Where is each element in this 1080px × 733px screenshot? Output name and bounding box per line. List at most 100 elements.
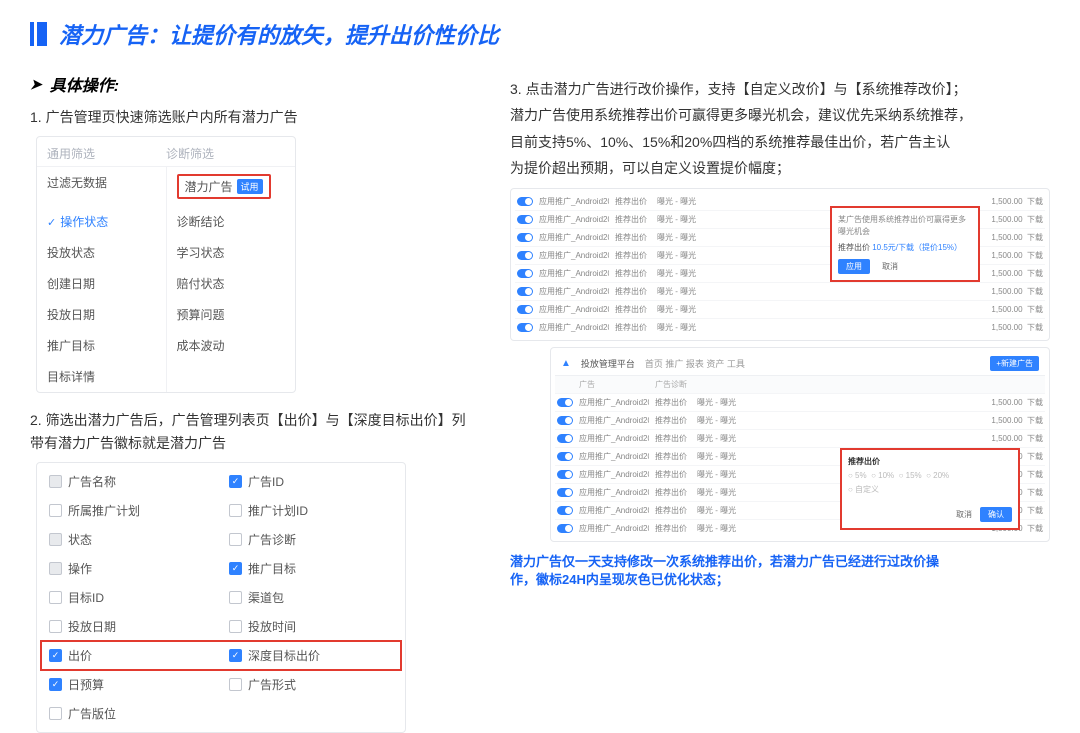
cell: 下载 — [1027, 251, 1043, 260]
cell: 曝光 - 曝光··· — [697, 415, 737, 426]
filter-item: 诊断结论 — [167, 206, 296, 237]
filter-item-highlighted: 潜力广告试用 — [167, 167, 296, 206]
cell: 下载 — [1027, 416, 1043, 425]
cell: 推荐出价 — [655, 469, 691, 480]
platform-tabs: 首页 推广 报表 资产 工具 — [645, 357, 745, 370]
ad-list-screenshot-2: ▲投放管理平台首页 推广 报表 资产 工具+新建广告 广告广告诊断 应用推广_A… — [550, 347, 1050, 542]
cell: 曝光 - 曝光··· — [697, 451, 737, 462]
col-label-bid: 出价 — [68, 647, 92, 664]
cancel-button[interactable]: 取消 — [874, 259, 906, 274]
checkbox-on-icon — [49, 678, 62, 691]
filter-item: 创建日期 — [37, 268, 167, 299]
cell: 1,500.00 — [991, 269, 1022, 278]
title-bar: 潜力广告：让提价有的放矢，提升出价性价比 — [30, 18, 1050, 50]
cell: 1,500.00 — [991, 398, 1022, 407]
cell: 推荐出价 — [655, 451, 691, 462]
filter-item: 学习状态 — [167, 237, 296, 268]
ad-name: 应用推广_Android2020210 — [579, 451, 649, 462]
ad-name: 应用推广_Android2020210 — [579, 415, 649, 426]
cell: 曝光 - 曝光··· — [697, 505, 737, 516]
cell: 推荐出价 — [615, 214, 651, 225]
footer-note-line1: 潜力广告仅一天支持修改一次系统推荐出价，若潜力广告已经进行过改价操 — [510, 552, 1050, 573]
cell: 曝光 - 曝光··· — [657, 322, 697, 333]
checkbox-on-icon — [49, 649, 62, 662]
popup-title: 推荐出价 — [848, 456, 1012, 467]
cell: 1,500.00 — [991, 287, 1022, 296]
cell: 曝光 - 曝光··· — [657, 232, 697, 243]
cell: 下载 — [1027, 233, 1043, 242]
checkbox-icon — [229, 504, 242, 517]
cell: 推荐出价 — [615, 286, 651, 297]
ad-name: 应用推广_Android2020210 — [539, 250, 609, 261]
section-subheader: ➤ 具体操作: — [30, 72, 470, 96]
filter-item: 投放状态 — [37, 237, 167, 268]
toggle-on-icon — [557, 416, 573, 425]
ad-name: 应用推广_Android2020210 — [579, 505, 649, 516]
ad-name: 应用推广_Android2020210 — [579, 523, 649, 534]
apply-button[interactable]: 应用 — [838, 259, 870, 274]
filter-item: 过滤无数据 — [37, 167, 167, 206]
filter-item: 推广目标 — [37, 330, 167, 361]
cell: 推荐出价 — [615, 196, 651, 207]
popup-label: 推荐出价 — [838, 243, 870, 252]
col-label: 广告名称 — [68, 473, 116, 490]
page-title: 潜力广告：让提价有的放矢，提升出价性价比 — [59, 18, 499, 50]
checkbox-icon — [229, 533, 242, 546]
col-label: 投放时间 — [248, 618, 296, 635]
cell: 1,500.00 — [991, 416, 1022, 425]
platform-logo: ▲ — [561, 358, 571, 369]
cell: 下载 — [1027, 434, 1043, 443]
toggle-on-icon — [557, 506, 573, 515]
toggle-on-icon — [557, 398, 573, 407]
cell: 推荐出价 — [655, 523, 691, 534]
new-ad-button[interactable]: +新建广告 — [990, 356, 1039, 371]
platform-name: 投放管理平台 — [581, 357, 635, 370]
cell: 下载 — [1027, 506, 1043, 515]
checkbox-icon — [49, 562, 62, 575]
toggle-on-icon — [517, 269, 533, 278]
cell: 推荐出价 — [655, 487, 691, 498]
potential-ad-label: 潜力广告 — [185, 178, 233, 195]
popup-value: 10.5元/下载（提价15%） — [872, 243, 962, 252]
cell: 下载 — [1027, 323, 1043, 332]
filter-item: 成本波动 — [167, 330, 296, 361]
cell: 下载 — [1027, 215, 1043, 224]
ad-name: 应用推广_Android2020210 — [579, 469, 649, 480]
cell: 曝光 - 曝光··· — [697, 469, 737, 480]
col-label: 推广目标 — [248, 560, 296, 577]
checkbox-on-icon — [229, 649, 242, 662]
ad-name: 应用推广_Android2020210 — [539, 214, 609, 225]
toggle-on-icon — [517, 251, 533, 260]
filter-item: 预算问题 — [167, 299, 296, 330]
cell: 1,500.00 — [991, 323, 1022, 332]
checkbox-icon — [49, 504, 62, 517]
cell: 推荐出价 — [655, 505, 691, 516]
confirm-button[interactable]: 确认 — [980, 507, 1012, 522]
col-label-deep-bid: 深度目标出价 — [248, 647, 320, 664]
cell: 下载 — [1027, 452, 1043, 461]
toggle-on-icon — [557, 452, 573, 461]
col-label: 广告版位 — [68, 705, 116, 722]
cell: 1,500.00 — [991, 305, 1022, 314]
col-label: 操作 — [68, 560, 92, 577]
filter-item: 目标详情 — [37, 361, 167, 392]
ad-name: 应用推广_Android2020210 — [539, 286, 609, 297]
cell: 下载 — [1027, 470, 1043, 479]
chevron-right-icon: ➤ — [30, 76, 42, 93]
cell: 推荐出价 — [615, 250, 651, 261]
step-3-line1: 3. 点击潜力广告进行改价操作，支持【自定义改价】与【系统推荐改价】； — [510, 78, 1050, 100]
cell: 曝光 - 曝光··· — [657, 268, 697, 279]
toggle-on-icon — [517, 233, 533, 242]
cancel-button[interactable]: 取消 — [948, 507, 980, 522]
col-label: 广告形式 — [248, 676, 296, 693]
col-label: 渠道包 — [248, 589, 284, 606]
filter-item: 赔付状态 — [167, 268, 296, 299]
cell: 推荐出价 — [615, 304, 651, 315]
col-label: 广告诊断 — [248, 531, 296, 548]
popup-desc: 某广告使用系统推荐出价可赢得更多曝光机会 — [838, 214, 972, 238]
toggle-on-icon — [517, 197, 533, 206]
cell: 曝光 - 曝光··· — [697, 397, 737, 408]
cell: 推荐出价 — [655, 397, 691, 408]
cell: 推荐出价 — [655, 415, 691, 426]
cell: 曝光 - 曝光··· — [657, 250, 697, 261]
